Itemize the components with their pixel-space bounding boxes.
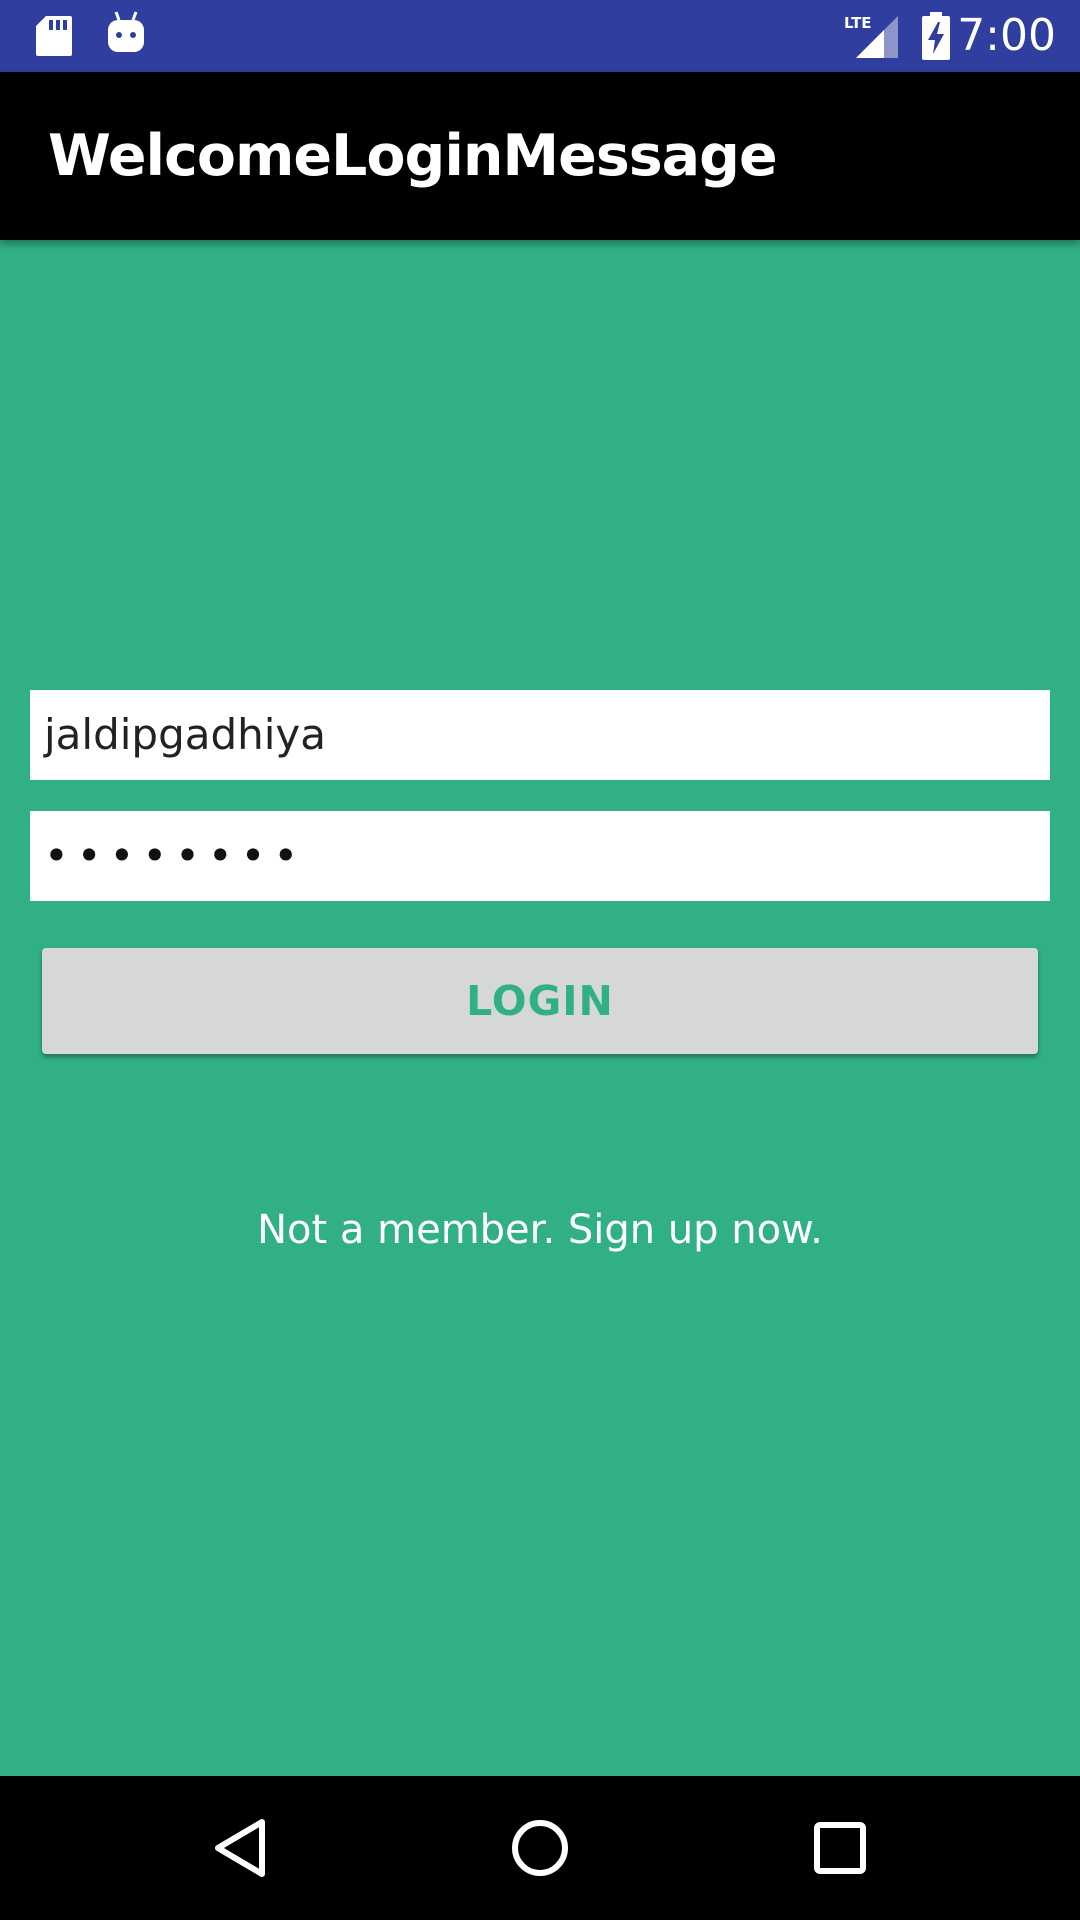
battery-charging-icon — [920, 12, 952, 60]
app-bar: WelcomeLoginMessage — [0, 72, 1080, 240]
recent-apps-icon[interactable] — [800, 1808, 880, 1888]
username-input[interactable]: jaldipgadhiya — [30, 690, 1050, 780]
svg-text:LTE: LTE — [844, 14, 872, 32]
navigation-bar — [0, 1776, 1080, 1920]
password-value: •••••••• — [44, 831, 307, 880]
login-button[interactable]: LOGIN — [42, 948, 1038, 1054]
app-title: WelcomeLoginMessage — [48, 123, 778, 189]
lte-signal-icon: LTE — [842, 12, 900, 60]
back-icon[interactable] — [200, 1808, 280, 1888]
signup-link[interactable]: Not a member. Sign up now. — [0, 1200, 1080, 1260]
home-icon[interactable] — [500, 1808, 580, 1888]
status-bar: LTE 7:00 — [0, 0, 1080, 72]
status-time: 7:00 — [957, 10, 1056, 61]
android-icon — [104, 10, 148, 56]
password-input[interactable]: •••••••• — [30, 811, 1050, 901]
sd-card-icon — [34, 14, 74, 58]
username-value: jaldipgadhiya — [44, 710, 327, 759]
